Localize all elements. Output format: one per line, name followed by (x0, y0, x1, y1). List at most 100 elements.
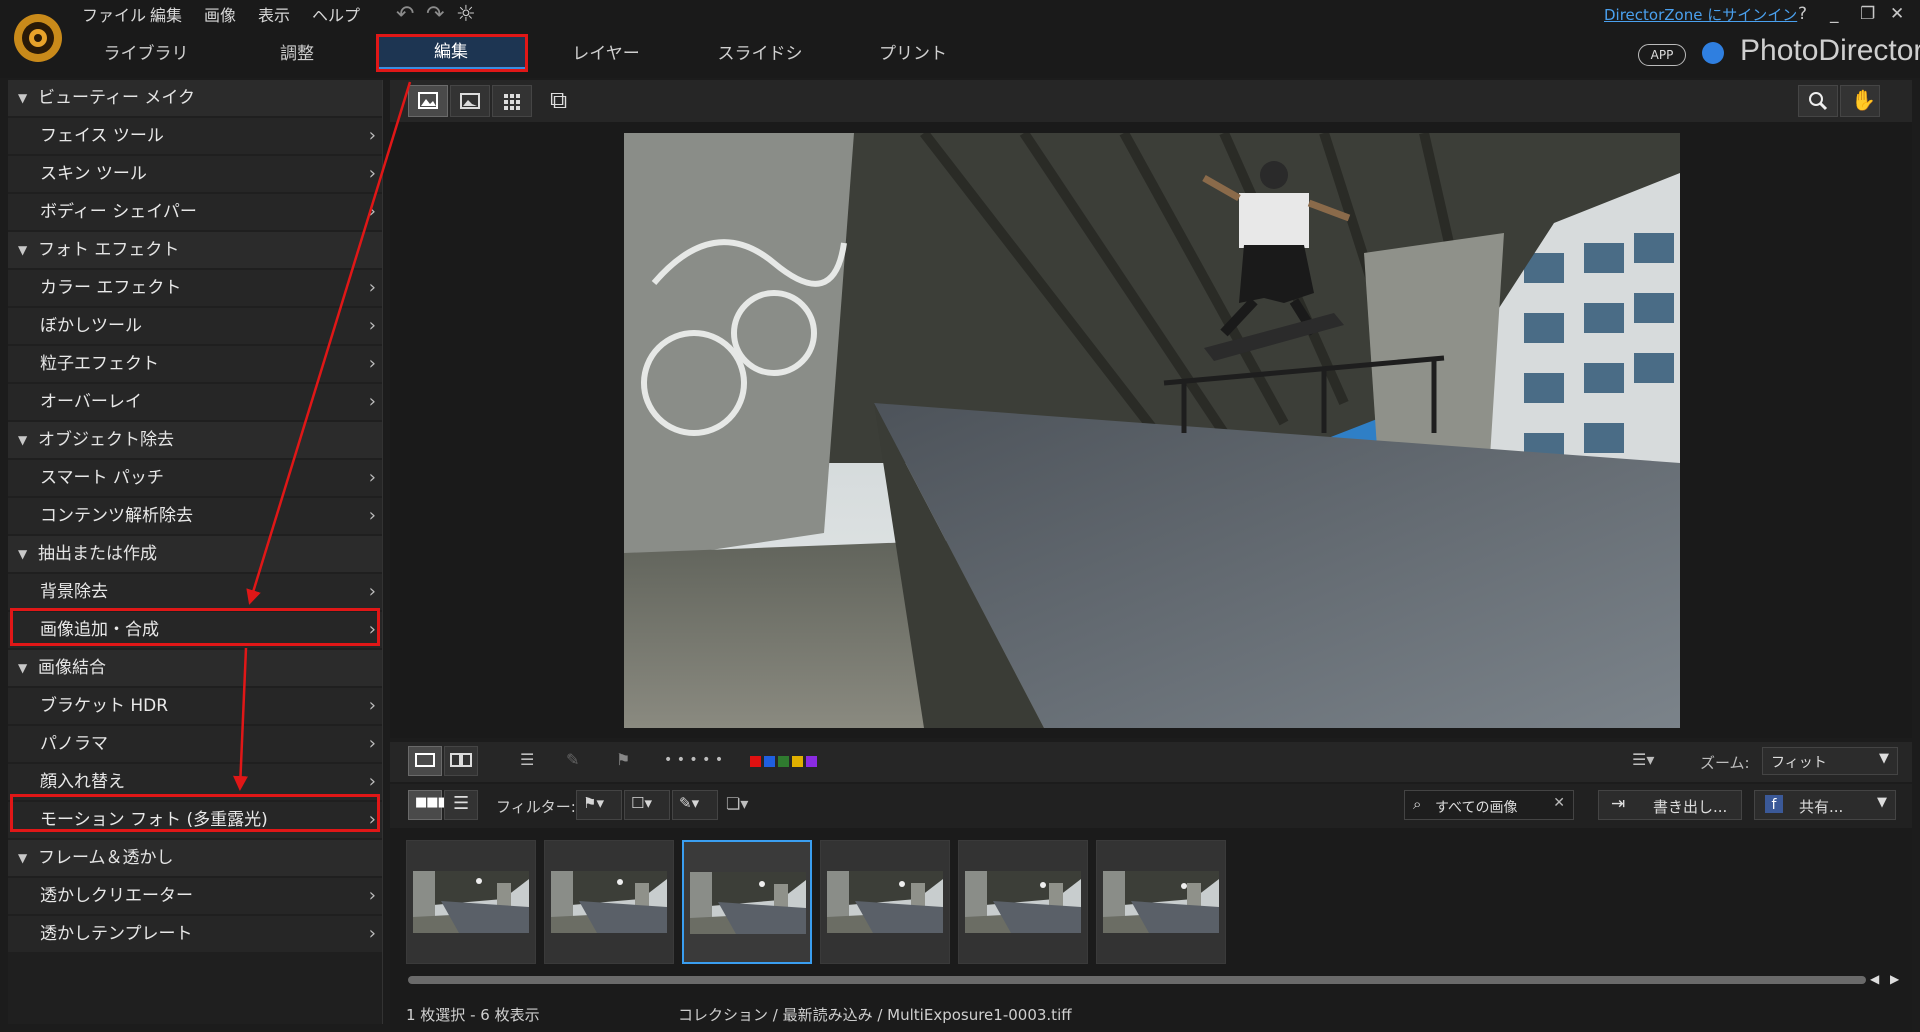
color-filter-dropdown[interactable]: ☐▾ (624, 790, 670, 820)
tool-watermark-template[interactable]: 透かしテンプレート › (8, 916, 382, 952)
filmstrip-thumbnail[interactable] (544, 840, 674, 964)
rating-dots[interactable]: • • • • • (664, 752, 723, 768)
tool-motion-photo[interactable]: モーション フォト (多重露光) › (8, 802, 382, 838)
color-label-yellow[interactable] (792, 756, 803, 767)
tool-face-swap[interactable]: 顔入れ替え › (8, 764, 382, 800)
tool-label: ブラケット HDR (40, 696, 169, 716)
menu-file[interactable]: ファイル (82, 2, 146, 26)
chevron-right-icon: › (368, 771, 376, 792)
tool-skin[interactable]: スキン ツール › (8, 156, 382, 192)
share-label: 共有... (1799, 798, 1844, 816)
list-view-button[interactable]: ☰ (444, 790, 478, 820)
tool-background-removal[interactable]: 背景除去 › (8, 574, 382, 610)
single-row-button[interactable] (408, 746, 442, 776)
stack-icon[interactable]: ❏▾ (726, 794, 748, 813)
export-button[interactable]: ⇥ 書き出し... (1598, 790, 1742, 820)
chevron-down-icon: ▼ (1879, 751, 1889, 766)
tool-label: モーション フォト (多重露光) (40, 810, 268, 830)
tab-print[interactable]: プリント (878, 38, 948, 70)
tool-face[interactable]: フェイス ツール › (8, 118, 382, 154)
settings-icon[interactable]: ☼ (456, 2, 476, 27)
main-photo[interactable] (624, 133, 1680, 728)
collapse-triangle-icon: ▼ (18, 91, 28, 105)
scroll-left-icon[interactable]: ◀ (1870, 972, 1879, 986)
category-label: オブジェクト除去 (38, 430, 174, 450)
help-button[interactable]: ? (1798, 4, 1807, 24)
minimize-icon[interactable]: _ (1830, 4, 1839, 24)
tool-label: 粒子エフェクト (40, 354, 159, 374)
collapse-triangle-icon: ▼ (18, 243, 28, 257)
tool-smart-patch[interactable]: スマート パッチ › (8, 460, 382, 496)
tool-body-shaper[interactable]: ボディー シェイパー › (8, 194, 382, 230)
menu-image[interactable]: 画像 (204, 2, 236, 26)
notification-bell-icon[interactable] (1702, 42, 1724, 64)
filmstrip-view-button[interactable]: ■■■ (408, 790, 450, 820)
before-after-view-button[interactable] (450, 85, 490, 117)
app-badge[interactable]: APP (1638, 44, 1686, 66)
app-logo (14, 14, 62, 62)
tool-overlay[interactable]: オーバーレイ › (8, 384, 382, 420)
chevron-right-icon: › (368, 467, 376, 488)
undo-icon[interactable]: ↶ (396, 2, 414, 27)
filmstrip-scrollbar[interactable] (408, 976, 1866, 984)
sort-icon[interactable]: ☰ (520, 750, 534, 769)
close-icon[interactable]: ✕ (1890, 4, 1904, 24)
title-bar: ファイル 編集 画像 表示 ヘルプ ↶ ↷ ☼ ライブラリー 調整 編集 レイヤ… (0, 0, 1920, 96)
restore-icon[interactable]: ❐ (1860, 4, 1875, 24)
menu-view[interactable]: 表示 (258, 2, 290, 26)
filmstrip-thumbnail[interactable] (682, 840, 812, 964)
tab-slideshow[interactable]: スライドショー (710, 38, 810, 96)
filmstrip-thumbnail[interactable] (1096, 840, 1226, 964)
category-frame-watermark[interactable]: ▼ フレーム＆透かし (8, 840, 382, 876)
filmstrip-thumbnail[interactable] (958, 840, 1088, 964)
filmstrip-thumbnail[interactable] (820, 840, 950, 964)
tab-edit[interactable]: 編集 (376, 34, 526, 70)
color-label-red[interactable] (750, 756, 761, 767)
color-label-blue[interactable] (764, 756, 775, 767)
flag-filter-dropdown[interactable]: ⚑▾ (576, 790, 622, 820)
category-photo-effects[interactable]: ▼ フォト エフェクト (8, 232, 382, 268)
chevron-right-icon: › (368, 163, 376, 184)
zoom-tool-button[interactable] (1798, 85, 1838, 117)
redo-icon[interactable]: ↷ (426, 2, 444, 27)
tab-layers[interactable]: レイヤー (568, 38, 644, 70)
category-object-removal[interactable]: ▼ オブジェクト除去 (8, 422, 382, 458)
hand-tool-button[interactable]: ✋ (1840, 85, 1880, 117)
grid-view-button[interactable] (492, 85, 532, 117)
signin-link[interactable]: DirectorZone にサインイン (1604, 4, 1797, 25)
chevron-right-icon: › (368, 391, 376, 412)
clear-search-icon[interactable]: ✕ (1553, 795, 1565, 811)
category-extract-create[interactable]: ▼ 抽出または作成 (8, 536, 382, 572)
menu-edit[interactable]: 編集 (150, 2, 182, 26)
view-options-icon[interactable]: ☰▾ (1632, 750, 1654, 769)
zoom-dropdown[interactable]: フィット ▼ (1762, 747, 1898, 775)
tool-image-add-composite[interactable]: 画像追加・合成 › (8, 612, 382, 648)
tab-library[interactable]: ライブラリー (96, 38, 196, 96)
two-row-button[interactable] (444, 746, 478, 776)
tab-adjust[interactable]: 調整 (262, 38, 332, 70)
tool-blur[interactable]: ぼかしツール › (8, 308, 382, 344)
zoom-value: フィット (1771, 755, 1827, 771)
single-view-button[interactable] (408, 85, 448, 117)
color-label-green[interactable] (778, 756, 789, 767)
share-button[interactable]: f 共有... ▼ (1754, 790, 1896, 820)
category-beauty[interactable]: ▼ ビューティー メイク (8, 80, 382, 116)
tool-panorama[interactable]: パノラマ › (8, 726, 382, 762)
thumbnail-image (827, 871, 943, 933)
tool-bracket-hdr[interactable]: ブラケット HDR › (8, 688, 382, 724)
tool-label: パノラマ (40, 734, 108, 754)
scroll-right-icon[interactable]: ▶ (1890, 972, 1899, 986)
flag-icon[interactable]: ⚑ (616, 750, 630, 769)
tool-watermark-creator[interactable]: 透かしクリエーター › (8, 878, 382, 914)
category-image-merge[interactable]: ▼ 画像結合 (8, 650, 382, 686)
menu-help[interactable]: ヘルプ (312, 2, 360, 26)
selection-status: 1 枚選択 - 6 枚表示 (406, 1006, 540, 1024)
tool-color-effect[interactable]: カラー エフェクト › (8, 270, 382, 306)
tool-content-aware-removal[interactable]: コンテンツ解析除去 › (8, 498, 382, 534)
edit-filter-dropdown[interactable]: ✎▾ (672, 790, 718, 820)
color-label-purple[interactable] (806, 756, 817, 767)
search-box[interactable]: ⌕ すべての画像 ✕ (1404, 790, 1574, 820)
compare-window-icon[interactable]: ⧉ (550, 86, 567, 114)
tool-grain[interactable]: 粒子エフェクト › (8, 346, 382, 382)
filmstrip-thumbnail[interactable] (406, 840, 536, 964)
